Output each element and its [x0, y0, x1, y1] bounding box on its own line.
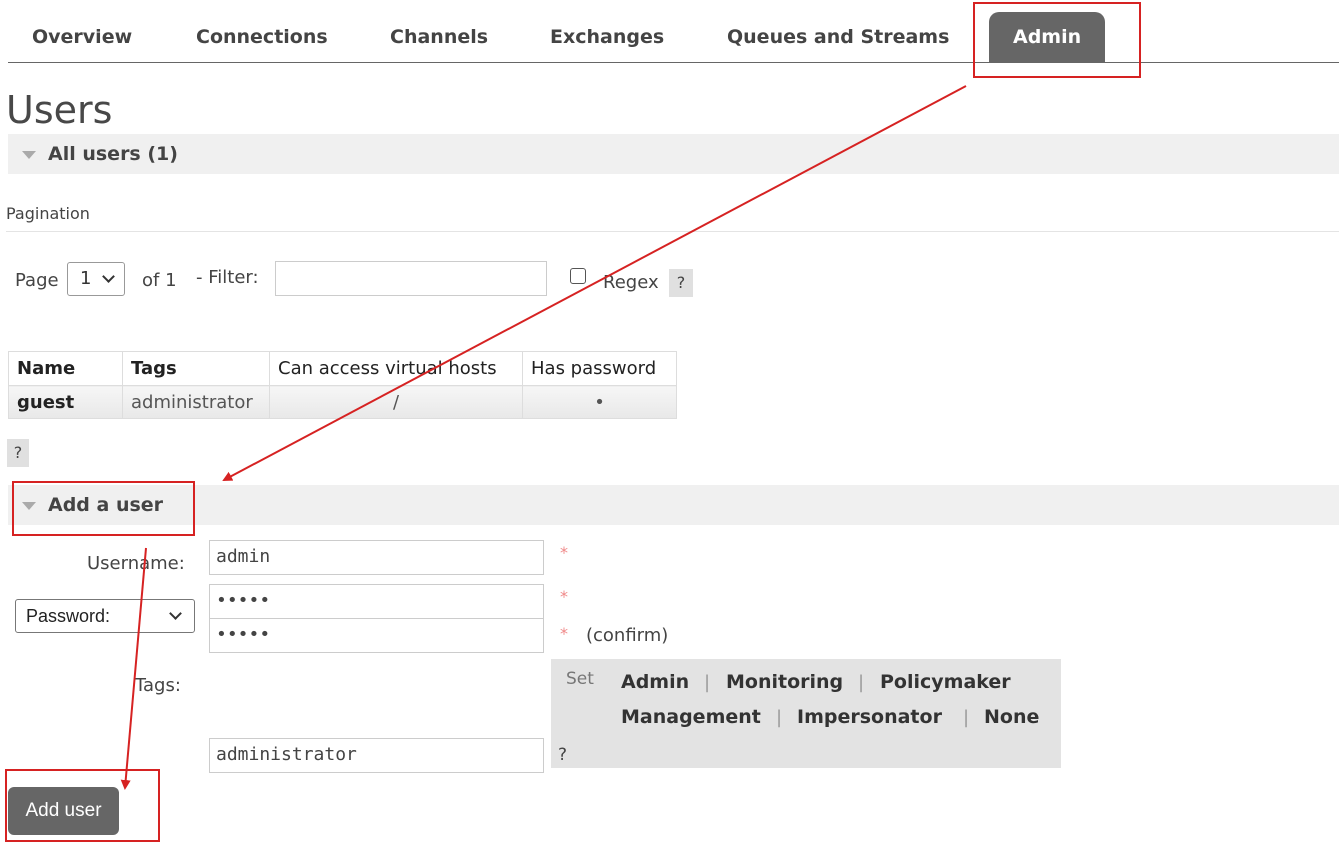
column-header-has-password: Has password: [522, 351, 677, 386]
regex-checkbox[interactable]: [570, 268, 586, 284]
tags-label: Tags:: [135, 675, 181, 696]
page-label: Page: [15, 270, 59, 291]
user-has-password-cell: •: [522, 385, 677, 419]
page-count-label: of 1: [142, 270, 177, 291]
column-header-tags: Tags: [122, 351, 270, 386]
tag-option-admin[interactable]: Admin: [621, 671, 689, 693]
tab-admin[interactable]: Admin: [989, 12, 1106, 62]
chevron-down-icon: [102, 270, 115, 283]
add-user-button[interactable]: Add user: [8, 787, 119, 835]
tag-option-monitoring[interactable]: Monitoring: [726, 671, 843, 693]
chevron-down-icon: [169, 607, 182, 620]
tags-help-button[interactable]: ?: [558, 745, 567, 765]
add-user-heading: Add a user: [48, 494, 164, 516]
add-user-section-header[interactable]: Add a user: [8, 485, 1339, 525]
tag-option-impersonator[interactable]: Impersonator: [797, 706, 942, 728]
separator: |: [858, 672, 865, 693]
collapse-triangle-icon: [22, 502, 36, 510]
regex-label: Regex: [603, 272, 659, 293]
table-row[interactable]: guest administrator / •: [8, 385, 677, 419]
table-header-row: Name Tags Can access virtual hosts Has p…: [8, 351, 677, 386]
page-select[interactable]: 1: [67, 262, 125, 296]
tags-quick-set-panel: Set Admin | Monitoring | Policymaker Man…: [551, 659, 1061, 768]
all-users-heading: All users (1): [48, 143, 178, 165]
password-mode-select[interactable]: Password:: [15, 599, 195, 633]
users-table: Name Tags Can access virtual hosts Has p…: [8, 351, 677, 419]
tab-overview[interactable]: Overview: [32, 12, 132, 62]
user-tags-cell: administrator: [122, 385, 270, 419]
annotation-arrow-2: [120, 547, 147, 790]
table-help-button[interactable]: ?: [7, 439, 29, 467]
tag-option-none[interactable]: None: [984, 706, 1039, 728]
set-label: Set: [566, 669, 594, 689]
separator: |: [776, 707, 783, 728]
tag-option-management[interactable]: Management: [621, 706, 761, 728]
column-header-vhosts: Can access virtual hosts: [269, 351, 523, 386]
username-label: Username:: [87, 553, 185, 574]
password-confirm-input[interactable]: •••••: [209, 618, 544, 653]
all-users-section-header[interactable]: All users (1): [8, 134, 1339, 174]
username-input[interactable]: admin: [209, 540, 544, 575]
user-link[interactable]: guest: [17, 392, 74, 413]
page-select-value: 1: [80, 268, 92, 289]
tab-connections[interactable]: Connections: [196, 12, 328, 62]
pagination-heading: Pagination: [6, 204, 90, 223]
separator: |: [963, 707, 970, 728]
tag-option-policymaker[interactable]: Policymaker: [880, 671, 1011, 693]
required-mark: *: [560, 624, 568, 643]
required-mark: *: [560, 587, 568, 606]
confirm-label: (confirm): [586, 625, 669, 646]
user-vhosts-cell: /: [269, 385, 523, 419]
regex-help-button[interactable]: ?: [669, 269, 693, 297]
tab-queues-and-streams[interactable]: Queues and Streams: [727, 12, 949, 62]
password-mode-value: Password:: [26, 606, 111, 626]
user-name-cell[interactable]: guest: [8, 385, 123, 419]
separator: |: [704, 672, 711, 693]
page-title: Users: [6, 88, 113, 132]
top-nav: Overview Connections Channels Exchanges …: [8, 0, 1339, 63]
tab-channels[interactable]: Channels: [390, 12, 488, 62]
column-header-name: Name: [8, 351, 123, 386]
divider: [6, 231, 1339, 232]
filter-input[interactable]: [275, 261, 547, 296]
filter-label: - Filter:: [196, 267, 259, 288]
required-mark: *: [560, 543, 568, 562]
tab-exchanges[interactable]: Exchanges: [550, 12, 664, 62]
collapse-triangle-icon: [22, 151, 36, 159]
tags-input[interactable]: administrator: [209, 738, 544, 773]
password-input[interactable]: •••••: [209, 584, 544, 619]
